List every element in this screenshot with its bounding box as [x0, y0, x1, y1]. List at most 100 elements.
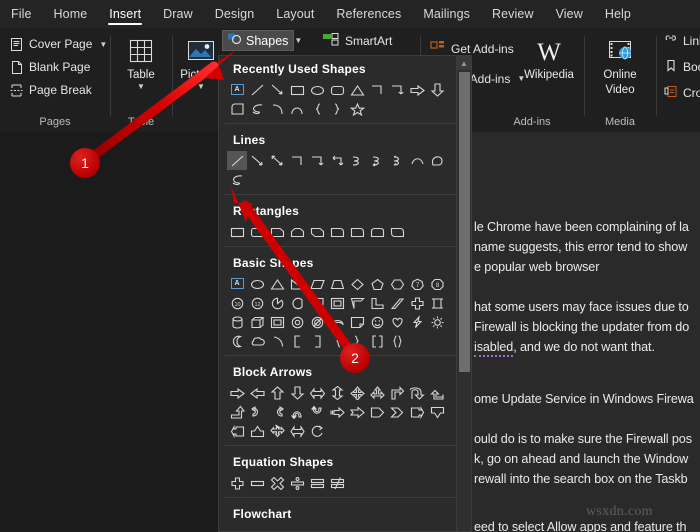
shape-scribble[interactable]	[247, 99, 267, 118]
cross-reference-button[interactable]: Cross-reference	[664, 85, 700, 101]
shape-round-single-corner-rectangle[interactable]	[347, 222, 367, 241]
shape-notched-right-arrow[interactable]	[347, 402, 367, 421]
shapes-button[interactable]: Shapes ▼	[222, 30, 302, 51]
table-button[interactable]: Table ▼	[114, 32, 168, 91]
shape-cube[interactable]	[247, 312, 267, 331]
shape-down-arrow[interactable]	[427, 80, 447, 99]
shape-l-shape[interactable]	[367, 293, 387, 312]
shape-chevron-arrow[interactable]	[387, 402, 407, 421]
shape-elbow-double-arrow-connector[interactable]	[327, 151, 347, 170]
shape-plaque[interactable]	[427, 293, 447, 312]
shape-line-arrow[interactable]	[247, 151, 267, 170]
shape-round-diagonal-corner-rectangle[interactable]	[387, 222, 407, 241]
shape-pentagon-tag[interactable]	[227, 99, 247, 118]
shape-left-right-arrow[interactable]	[307, 383, 327, 402]
shape-arc[interactable]	[287, 99, 307, 118]
shape-elbow-connector[interactable]	[367, 80, 387, 99]
ribbon-tab-layout[interactable]: Layout	[265, 0, 325, 28]
shape-curved-connector[interactable]	[347, 151, 367, 170]
document-pane[interactable]: le Chrome have been complaining of la nam…	[472, 132, 700, 532]
shape-curved-right-arrow[interactable]	[247, 402, 267, 421]
gallery-scrollbar[interactable]: ▲	[456, 56, 471, 531]
shape-rectangle[interactable]	[287, 80, 307, 99]
gallery-row-basic-shapes[interactable]: A 7 8 10 12	[219, 274, 471, 352]
ribbon-tab-file[interactable]: File	[0, 0, 43, 28]
shape-left-bracket[interactable]	[287, 331, 307, 350]
shape-up-arrow[interactable]	[267, 383, 287, 402]
shape-pentagon[interactable]	[367, 274, 387, 293]
ribbon-tab-insert[interactable]: Insert	[98, 0, 152, 28]
shape-text-box[interactable]: A	[227, 274, 247, 293]
shape-bevel[interactable]	[267, 312, 287, 331]
shape-elbow-arrow-connector[interactable]	[387, 80, 407, 99]
shape-parallelogram[interactable]	[307, 274, 327, 293]
page-break-button[interactable]: Page Break	[6, 80, 95, 100]
shape-lightning-bolt[interactable]	[407, 312, 427, 331]
shape-equal-sign[interactable]	[307, 473, 327, 492]
shape-left-arrow[interactable]	[247, 383, 267, 402]
shape-oval[interactable]	[247, 274, 267, 293]
shape-isosceles-triangle[interactable]	[267, 274, 287, 293]
shape-curved-arrow-connector[interactable]	[367, 151, 387, 170]
shape-right-arrow[interactable]	[227, 383, 247, 402]
shape-triangle[interactable]	[347, 80, 367, 99]
shape-right-arrow-callout[interactable]	[407, 402, 427, 421]
shape-right-bracket[interactable]	[307, 331, 327, 350]
shape-cross[interactable]	[407, 293, 427, 312]
shape-teardrop[interactable]	[307, 293, 327, 312]
shape-curved-left-arrow[interactable]	[267, 402, 287, 421]
shape-snip-diagonal-corner-rectangle[interactable]	[307, 222, 327, 241]
shape-left-brace[interactable]	[307, 99, 327, 118]
shape-smiley-face[interactable]	[367, 312, 387, 331]
shape-text-box[interactable]: A	[227, 80, 247, 99]
ribbon-tab-help[interactable]: Help	[594, 0, 642, 28]
shape-diamond[interactable]	[347, 274, 367, 293]
shape-snip-single-corner-rectangle[interactable]	[267, 222, 287, 241]
shape-half-frame[interactable]	[347, 293, 367, 312]
shape-no-symbol[interactable]	[307, 312, 327, 331]
shape-curved-up-arrow[interactable]	[287, 402, 307, 421]
shape-line[interactable]	[247, 80, 267, 99]
ribbon-tab-references[interactable]: References	[325, 0, 412, 28]
shape-multiply-sign[interactable]	[267, 473, 287, 492]
shape-curved-down-arrow[interactable]	[307, 402, 327, 421]
shape-line-selected[interactable]	[227, 151, 247, 170]
shape-right-triangle[interactable]	[287, 274, 307, 293]
gallery-row-equation-shapes[interactable]	[219, 473, 471, 494]
shape-pentagon-arrow[interactable]	[367, 402, 387, 421]
ribbon-tab-design[interactable]: Design	[204, 0, 266, 28]
shape-double-bracket[interactable]	[367, 331, 387, 350]
shape-moon[interactable]	[227, 331, 247, 350]
shape-cloud[interactable]	[247, 331, 267, 350]
scroll-up-arrow-icon[interactable]: ▲	[457, 56, 471, 70]
shapes-gallery-dropdown[interactable]: Recently Used Shapes A Lines Rectangles …	[218, 55, 472, 532]
shape-pie[interactable]	[267, 293, 287, 312]
shape-left-arrow-callout[interactable]	[227, 421, 247, 440]
shape-scribble[interactable]	[227, 170, 247, 189]
shape-circular-arrow[interactable]	[307, 421, 327, 440]
shape-freeform-shape[interactable]	[427, 151, 447, 170]
shape-diagonal-stripe[interactable]	[387, 293, 407, 312]
shape-rounded-rectangle[interactable]	[327, 80, 347, 99]
smartart-button[interactable]: SmartArt	[322, 32, 392, 50]
shape-bent-arrow[interactable]	[387, 383, 407, 402]
shape-trapezoid[interactable]	[327, 274, 347, 293]
shape-donut[interactable]	[287, 312, 307, 331]
cover-page-button[interactable]: Cover Page ▼	[6, 34, 110, 54]
shape-oval[interactable]	[307, 80, 327, 99]
shape-snip-and-round-single-corner-rectangle[interactable]	[327, 222, 347, 241]
gallery-row-lines[interactable]	[219, 151, 471, 191]
ribbon-tab-view[interactable]: View	[545, 0, 594, 28]
gallery-row-recently-used[interactable]: A	[219, 80, 471, 120]
wikipedia-button[interactable]: W Wikipedia	[522, 32, 576, 82]
shape-round-same-side-corner-rectangle[interactable]	[367, 222, 387, 241]
ribbon-tab-draw[interactable]: Draw	[152, 0, 204, 28]
shape-rounded-rectangle[interactable]	[247, 222, 267, 241]
shape-chord[interactable]	[287, 293, 307, 312]
shape-minus-sign[interactable]	[247, 473, 267, 492]
shape-quad-arrow[interactable]	[347, 383, 367, 402]
shape-down-arrow[interactable]	[287, 383, 307, 402]
shape-arc[interactable]	[267, 331, 287, 350]
shape-down-arrow-callout[interactable]	[427, 402, 447, 421]
shape-plus-sign[interactable]	[227, 473, 247, 492]
